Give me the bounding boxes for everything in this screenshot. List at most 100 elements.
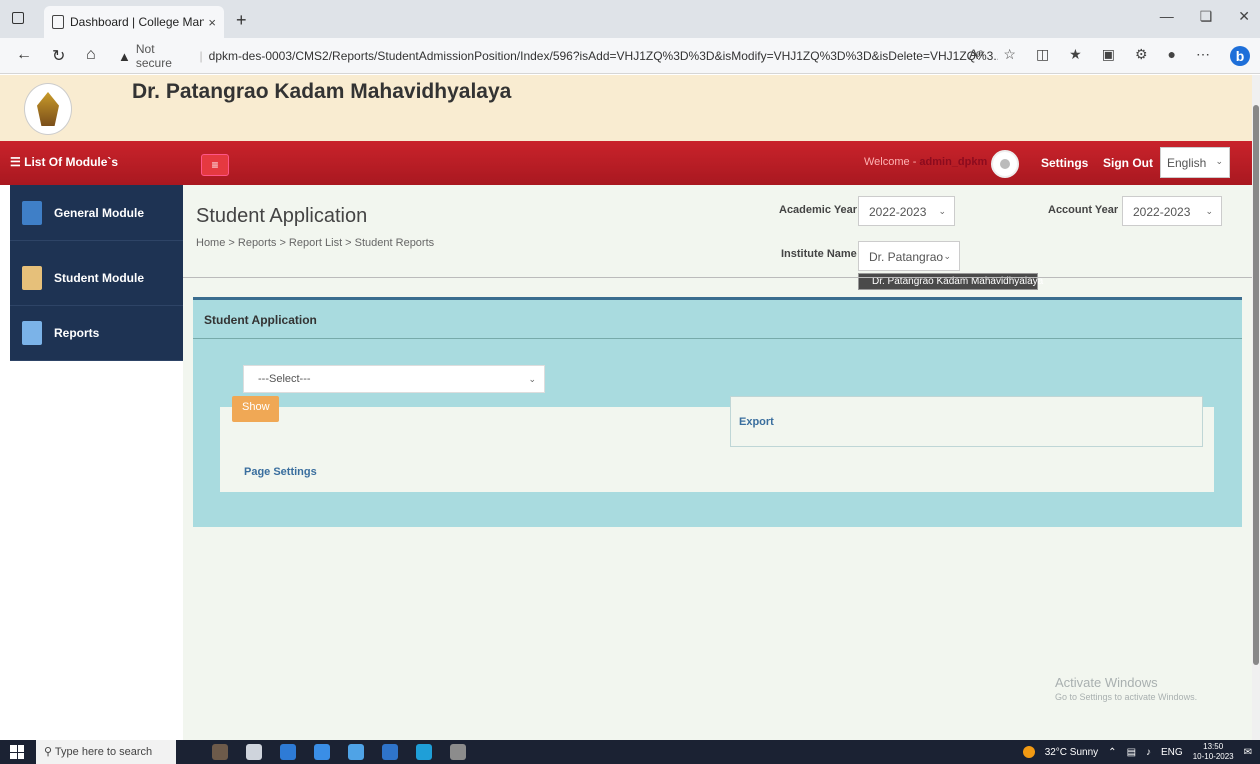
calendar-app-icon[interactable] [314, 744, 330, 760]
show-button[interactable]: Show [232, 396, 279, 422]
search-icon: ⚲ [44, 746, 53, 758]
tray-chevron-icon[interactable]: ⌃ [1108, 747, 1116, 758]
module-list-label: List Of Module`s [24, 155, 119, 169]
tab-close-icon[interactable]: × [208, 15, 216, 30]
module-list-heading: ☰ List Of Module`s [10, 155, 118, 169]
page-settings-link[interactable]: Page Settings [244, 466, 317, 478]
language-select[interactable]: English ⌄ [1160, 147, 1230, 178]
sidebar-item-reports[interactable]: Reports [10, 305, 183, 361]
language-indicator[interactable]: ENG [1161, 747, 1183, 758]
sidebar-gutter [0, 185, 10, 745]
academic-year-label: Academic Year [779, 204, 858, 216]
breadcrumb: Home > Reports > Report List > Student R… [196, 237, 435, 249]
read-aloud-icon[interactable]: Aᵃ [969, 46, 984, 66]
edge-browser-icon[interactable] [416, 744, 432, 760]
settings-link[interactable]: Settings [1041, 156, 1088, 170]
split-screen-icon[interactable]: ◫ [1036, 46, 1049, 66]
report-chart-icon [22, 320, 42, 345]
page-title: Student Application [196, 205, 368, 227]
top-navbar: ☰ List Of Module`s ≡ Welcome - admin_dpk… [0, 141, 1252, 185]
collections-icon[interactable]: ▣ [1102, 46, 1115, 66]
close-window-icon[interactable]: ✕ [1238, 8, 1250, 25]
sidebar-item-general-module[interactable]: General Module [10, 185, 183, 241]
windows-taskbar: ⚲ Type here to search 32°C Sunny ⌃ ▤ ♪ E… [0, 740, 1260, 764]
institute-dropdown-option[interactable]: Dr. Patangrao Kadam Mahavidhyalaya [858, 273, 1043, 290]
account-year-label: Account Year [1048, 204, 1119, 216]
sign-out-link[interactable]: Sign Out [1103, 156, 1153, 170]
more-icon[interactable]: ⋯ [1196, 46, 1210, 66]
windows-start-icon[interactable] [10, 745, 24, 759]
sidebar: General Module Student Module Reports [10, 185, 183, 361]
security-label: Not secure [135, 42, 172, 70]
minimize-icon[interactable]: — [1160, 8, 1174, 25]
welcome-prefix: Welcome - [864, 156, 920, 168]
sidebar-item-student-module[interactable]: Student Module [10, 250, 183, 306]
page-icon [52, 15, 64, 29]
file-explorer-icon[interactable] [280, 744, 296, 760]
menu-toggle-button[interactable]: ≡ [201, 154, 229, 176]
college-logo [24, 83, 72, 135]
bing-icon[interactable]: b [1230, 46, 1250, 66]
taskbar-apps [212, 744, 466, 760]
export-link[interactable]: Export [739, 416, 774, 428]
chevron-down-icon: ⌄ [938, 206, 946, 216]
students-icon [22, 265, 42, 290]
profile-icon[interactable]: ● [1168, 46, 1176, 66]
settings-app-icon[interactable] [450, 744, 466, 760]
document-icon [22, 200, 42, 225]
mail-app-icon[interactable] [348, 744, 364, 760]
browser-tab[interactable]: Dashboard | College Management × [44, 6, 224, 38]
task-view-icon[interactable] [246, 744, 262, 760]
academic-year-select[interactable]: 2022-2023 ⌄ [858, 196, 955, 226]
news-widget-icon[interactable] [212, 744, 228, 760]
account-year-select[interactable]: 2022-2023 ⌄ [1122, 196, 1222, 226]
browser-toolbar: Aᵃ ☆ ◫ ★ ▣ ⚙ ● ⋯ b [969, 46, 1250, 66]
chevron-down-icon: ⌄ [1215, 156, 1223, 166]
network-icon[interactable]: ▤ [1127, 747, 1136, 758]
restore-icon[interactable]: ❏ [1200, 8, 1213, 25]
taskbar-search[interactable]: ⚲ Type here to search [36, 740, 176, 764]
report-select[interactable]: ---Select--- ⌄ [243, 365, 545, 393]
extensions-icon[interactable]: ⚙ [1135, 46, 1148, 66]
page-scrollbar[interactable] [1252, 75, 1260, 740]
chevron-down-icon: ⌄ [943, 251, 951, 261]
url-text: dpkm-des-0003/CMS2/Reports/StudentAdmiss… [208, 49, 998, 63]
address-bar: ← ↻ ⌂ ▲ Not secure | dpkm-des-0003/CMS2/… [0, 38, 1260, 74]
institute-name-label: Institute Name [781, 248, 857, 260]
report-select-value: ---Select--- [258, 373, 311, 385]
academic-year-value: 2022-2023 [869, 205, 927, 219]
warning-icon: ▲ [118, 48, 131, 64]
avatar[interactable] [991, 150, 1019, 178]
language-value: English [1167, 156, 1207, 170]
notifications-icon[interactable]: ✉ [1244, 747, 1252, 758]
college-name: Dr. Patangrao Kadam Mahavidhyalaya [132, 80, 512, 103]
panel-title: Student Application [193, 300, 1242, 339]
clock[interactable]: 13:50 10-10-2023 [1193, 742, 1234, 762]
clock-time: 13:50 [1203, 742, 1224, 751]
home-icon[interactable]: ⌂ [86, 46, 96, 64]
search-placeholder: Type here to search [54, 746, 153, 758]
new-tab-button[interactable]: + [236, 10, 247, 31]
chevron-down-icon: ⌄ [528, 374, 536, 384]
export-box: Export [730, 396, 1203, 447]
back-icon[interactable]: ← [16, 46, 32, 64]
favorite-star-icon[interactable]: ☆ [1003, 46, 1016, 66]
divider [183, 277, 1252, 278]
clock-date: 10-10-2023 [1192, 752, 1234, 761]
window-controls: — ❏ ✕ [1160, 8, 1250, 25]
favorites-icon[interactable]: ★ [1069, 46, 1082, 66]
volume-icon[interactable]: ♪ [1146, 747, 1151, 758]
scrollbar-thumb[interactable] [1253, 105, 1259, 665]
photos-app-icon[interactable] [382, 744, 398, 760]
welcome-user: admin_dpkm [919, 156, 988, 168]
sidebar-item-label: Reports [54, 325, 100, 340]
refresh-icon[interactable]: ↻ [52, 46, 65, 66]
list-icon: ☰ [10, 155, 21, 169]
weather-text[interactable]: 32°C Sunny [1045, 747, 1098, 758]
tab-actions-icon[interactable] [12, 12, 24, 24]
institute-name-value: Dr. Patangrao [869, 250, 944, 264]
student-application-panel: Student Application ---Select--- ⌄ Show … [193, 297, 1242, 527]
url-field[interactable]: ▲ Not secure | dpkm-des-0003/CMS2/Report… [118, 42, 998, 70]
institute-name-select[interactable]: Dr. Patangrao ⌄ [858, 241, 960, 271]
watermark-line2: Go to Settings to activate Windows. [1055, 692, 1198, 702]
